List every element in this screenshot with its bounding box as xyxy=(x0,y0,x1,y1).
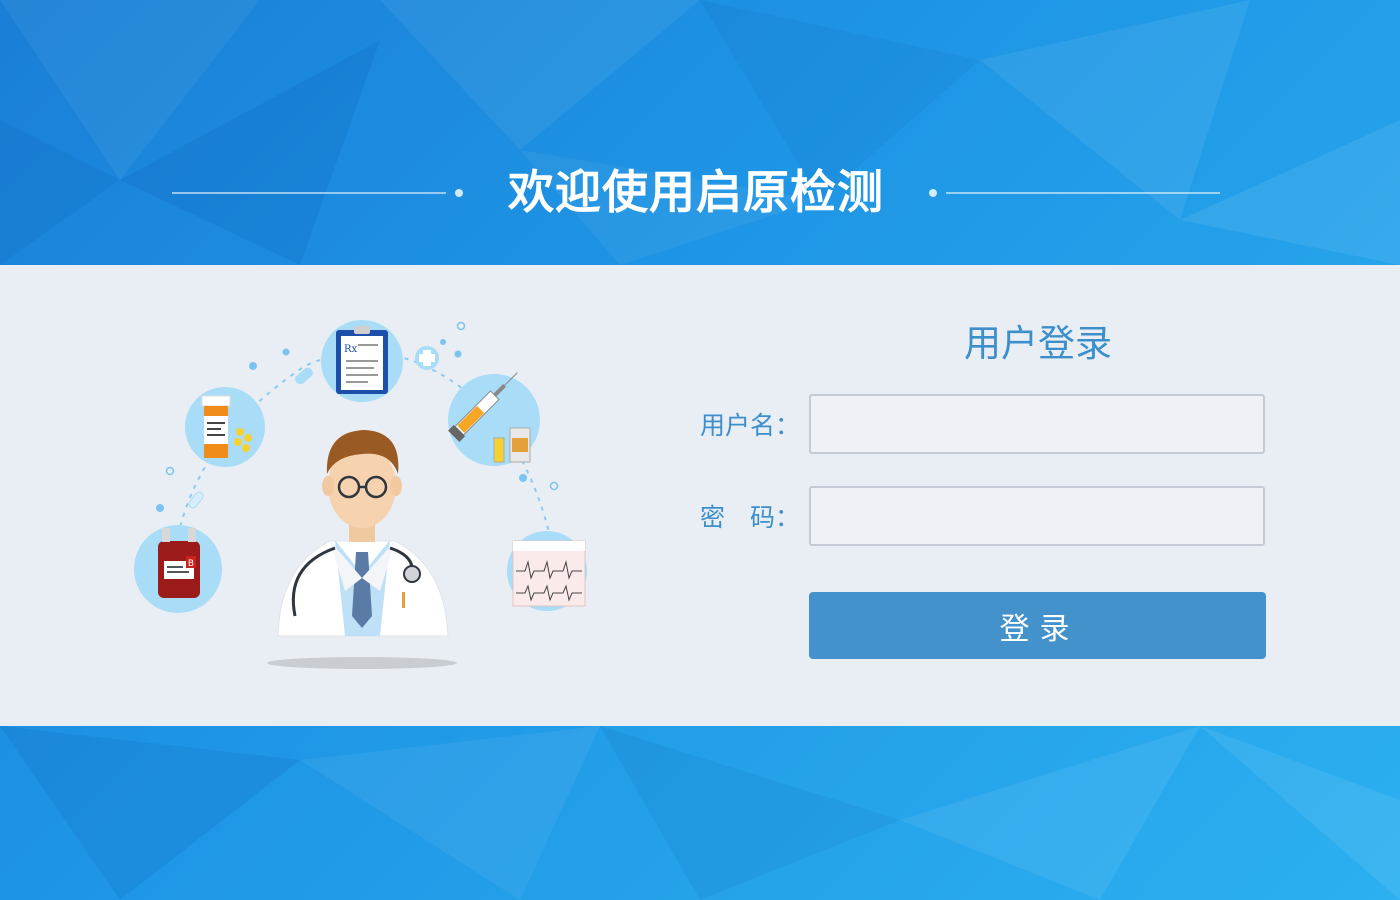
doctor-icon xyxy=(267,430,457,669)
password-label: 密 码： xyxy=(700,503,801,532)
small-capsule-icon xyxy=(188,491,204,509)
capsule-icon xyxy=(295,367,313,385)
header: 欢迎使用启原检测 xyxy=(0,0,1400,265)
syringe-vial-icon xyxy=(448,372,540,466)
login-page: 欢迎使用启原检测 B Rx 用户登录 用户名： 密 码： 登录 xyxy=(0,0,1400,900)
header-dot-right xyxy=(929,189,937,197)
medical-illustration: B Rx xyxy=(134,320,587,669)
login-button[interactable]: 登录 xyxy=(809,592,1266,659)
login-title: 用户登录 xyxy=(964,322,1112,365)
prescription-clipboard-icon: Rx xyxy=(321,320,403,402)
pill-bottle-icon xyxy=(185,387,265,467)
header-divider-right xyxy=(946,192,1220,194)
cross-icon xyxy=(415,346,439,370)
blood-type-label: B xyxy=(188,559,194,569)
ecg-chart-icon xyxy=(507,531,587,611)
password-input[interactable] xyxy=(809,486,1265,546)
blood-bag-icon: B xyxy=(134,525,222,613)
username-label: 用户名： xyxy=(700,411,801,440)
username-input[interactable] xyxy=(809,394,1265,454)
rx-mark: Rx xyxy=(344,344,358,355)
